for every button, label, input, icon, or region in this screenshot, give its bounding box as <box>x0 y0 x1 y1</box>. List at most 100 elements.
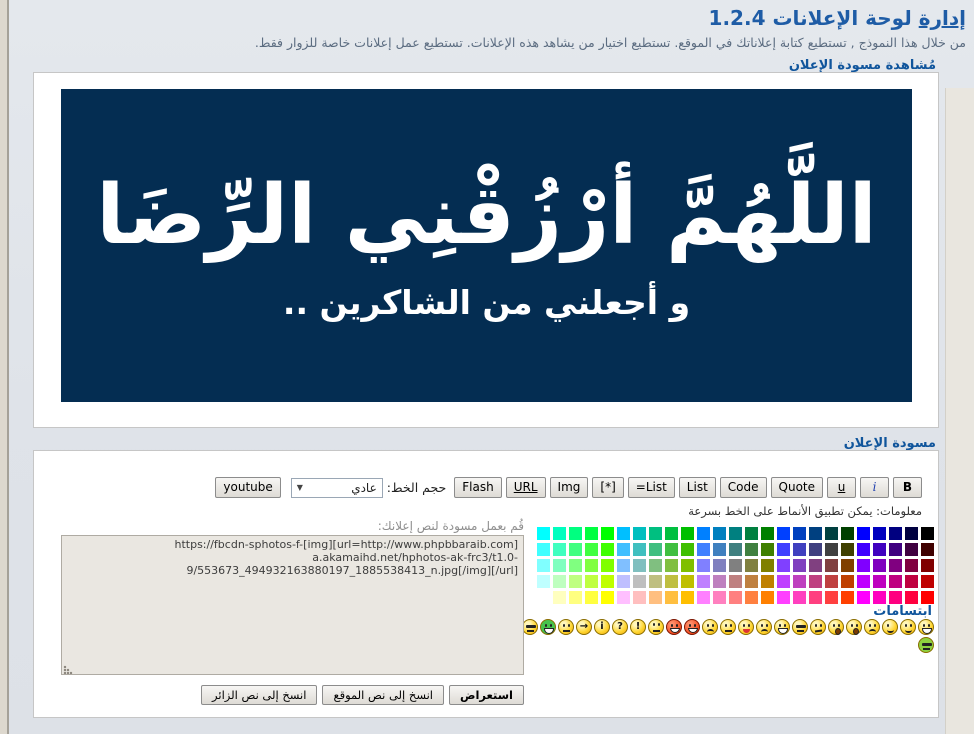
palette-color-00FF40[interactable] <box>585 527 598 540</box>
smiley-mrgreen[interactable] <box>540 619 556 635</box>
palette-color-004000[interactable] <box>841 527 854 540</box>
palette-color-80BFBF[interactable] <box>633 559 646 572</box>
palette-color-FF8080[interactable] <box>729 591 742 604</box>
palette-color-80FF00[interactable] <box>601 559 614 572</box>
palette-color-004080[interactable] <box>809 527 822 540</box>
palette-color-00BFFF[interactable] <box>617 527 630 540</box>
palette-color-FFBF00[interactable] <box>681 591 694 604</box>
smiley-evil[interactable] <box>684 619 700 635</box>
palette-color-00FFBF[interactable] <box>553 527 566 540</box>
palette-color-BF4000[interactable] <box>841 575 854 588</box>
palette-color-BF00FF[interactable] <box>857 575 870 588</box>
palette-color-404040[interactable] <box>825 543 838 556</box>
palette-color-FF4000[interactable] <box>841 591 854 604</box>
palette-color-4040BF[interactable] <box>793 543 806 556</box>
copy-to-visitor-button[interactable]: انسخ إلى نص الزائر <box>201 685 317 705</box>
editor-textarea[interactable] <box>61 535 524 675</box>
bbcode-flash-button[interactable]: Flash <box>454 477 501 498</box>
palette-color-BFFF00[interactable] <box>601 575 614 588</box>
palette-color-FF4040[interactable] <box>825 591 838 604</box>
copy-to-site-button[interactable]: انسخ إلى نص الموقع <box>322 685 444 705</box>
resize-grip-icon[interactable] <box>63 664 74 675</box>
palette-color-40FFBF[interactable] <box>553 543 566 556</box>
palette-color-40FF40[interactable] <box>585 543 598 556</box>
palette-color-BFBF40[interactable] <box>665 575 678 588</box>
palette-color-808000[interactable] <box>761 559 774 572</box>
smiley-ugeek[interactable] <box>918 637 934 653</box>
smiley-question[interactable]: ? <box>612 619 628 635</box>
palette-color-400040[interactable] <box>905 543 918 556</box>
smiley-sad[interactable] <box>864 619 880 635</box>
palette-color-80FFBF[interactable] <box>553 559 566 572</box>
palette-color-004040[interactable] <box>825 527 838 540</box>
palette-color-BFFF80[interactable] <box>569 575 582 588</box>
palette-color-40FFFF[interactable] <box>537 543 550 556</box>
palette-color-404080[interactable] <box>809 543 822 556</box>
palette-color-800080[interactable] <box>889 559 902 572</box>
palette-color-BF80FF[interactable] <box>697 575 710 588</box>
palette-color-FF8000[interactable] <box>761 591 774 604</box>
bbcode-underline-button[interactable]: u <box>827 477 856 498</box>
palette-color-40FF80[interactable] <box>569 543 582 556</box>
palette-color-FF40BF[interactable] <box>793 591 806 604</box>
palette-color-0040FF[interactable] <box>777 527 790 540</box>
palette-color-FF0040[interactable] <box>905 591 918 604</box>
palette-color-0000BF[interactable] <box>873 527 886 540</box>
smiley-idea[interactable]: i <box>594 619 610 635</box>
palette-color-BF0000[interactable] <box>921 575 934 588</box>
palette-color-BFBFFF[interactable] <box>617 575 630 588</box>
palette-color-BFFFBF[interactable] <box>553 575 566 588</box>
page-title-link[interactable]: إدارة <box>919 6 966 30</box>
palette-color-FFFFFF[interactable] <box>537 591 550 604</box>
smiley-neutral[interactable] <box>558 619 574 635</box>
palette-color-404000[interactable] <box>841 543 854 556</box>
palette-color-40FF00[interactable] <box>601 543 614 556</box>
palette-color-FF80FF[interactable] <box>697 591 710 604</box>
smiley-cool[interactable] <box>792 619 808 635</box>
palette-color-808080[interactable] <box>729 559 742 572</box>
preview-button[interactable]: استعراض <box>449 685 524 705</box>
palette-color-00BF40[interactable] <box>665 527 678 540</box>
palette-color-40BF00[interactable] <box>681 543 694 556</box>
palette-color-FFBF80[interactable] <box>649 591 662 604</box>
palette-color-FF0000[interactable] <box>921 591 934 604</box>
palette-color-FFBFFF[interactable] <box>617 591 630 604</box>
palette-color-4000FF[interactable] <box>857 543 870 556</box>
palette-color-FF4080[interactable] <box>809 591 822 604</box>
palette-color-BFBF00[interactable] <box>681 575 694 588</box>
palette-color-8080FF[interactable] <box>697 559 710 572</box>
palette-color-4080FF[interactable] <box>697 543 710 556</box>
palette-color-FFBF40[interactable] <box>665 591 678 604</box>
palette-color-008000[interactable] <box>761 527 774 540</box>
palette-color-408000[interactable] <box>761 543 774 556</box>
scrollbar-track[interactable] <box>945 88 974 734</box>
palette-color-BF00BF[interactable] <box>873 575 886 588</box>
palette-color-8040FF[interactable] <box>777 559 790 572</box>
palette-color-8080BF[interactable] <box>713 559 726 572</box>
palette-color-BF0040[interactable] <box>905 575 918 588</box>
palette-color-BFFF40[interactable] <box>585 575 598 588</box>
palette-color-80BF80[interactable] <box>649 559 662 572</box>
smiley-cry[interactable] <box>702 619 718 635</box>
palette-color-40BF80[interactable] <box>649 543 662 556</box>
bbcode-img-button[interactable]: Img <box>550 477 589 498</box>
palette-color-40BF40[interactable] <box>665 543 678 556</box>
palette-color-804080[interactable] <box>809 559 822 572</box>
palette-color-8000BF[interactable] <box>873 559 886 572</box>
palette-color-FFFF00[interactable] <box>601 591 614 604</box>
smiley-mad[interactable] <box>756 619 772 635</box>
palette-color-000080[interactable] <box>889 527 902 540</box>
palette-color-408040[interactable] <box>745 543 758 556</box>
palette-color-FFFF40[interactable] <box>585 591 598 604</box>
smiley-confused[interactable] <box>810 619 826 635</box>
palette-color-804000[interactable] <box>841 559 854 572</box>
palette-color-008080[interactable] <box>729 527 742 540</box>
palette-color-80BF00[interactable] <box>681 559 694 572</box>
palette-color-BF40BF[interactable] <box>793 575 806 588</box>
palette-color-008040[interactable] <box>745 527 758 540</box>
bbcode-url-button[interactable]: URL <box>506 477 546 498</box>
bbcode-list-eq-button[interactable]: =List <box>628 477 675 498</box>
palette-color-8000FF[interactable] <box>857 559 870 572</box>
palette-color-00BFBF[interactable] <box>633 527 646 540</box>
palette-color-BF8080[interactable] <box>729 575 742 588</box>
